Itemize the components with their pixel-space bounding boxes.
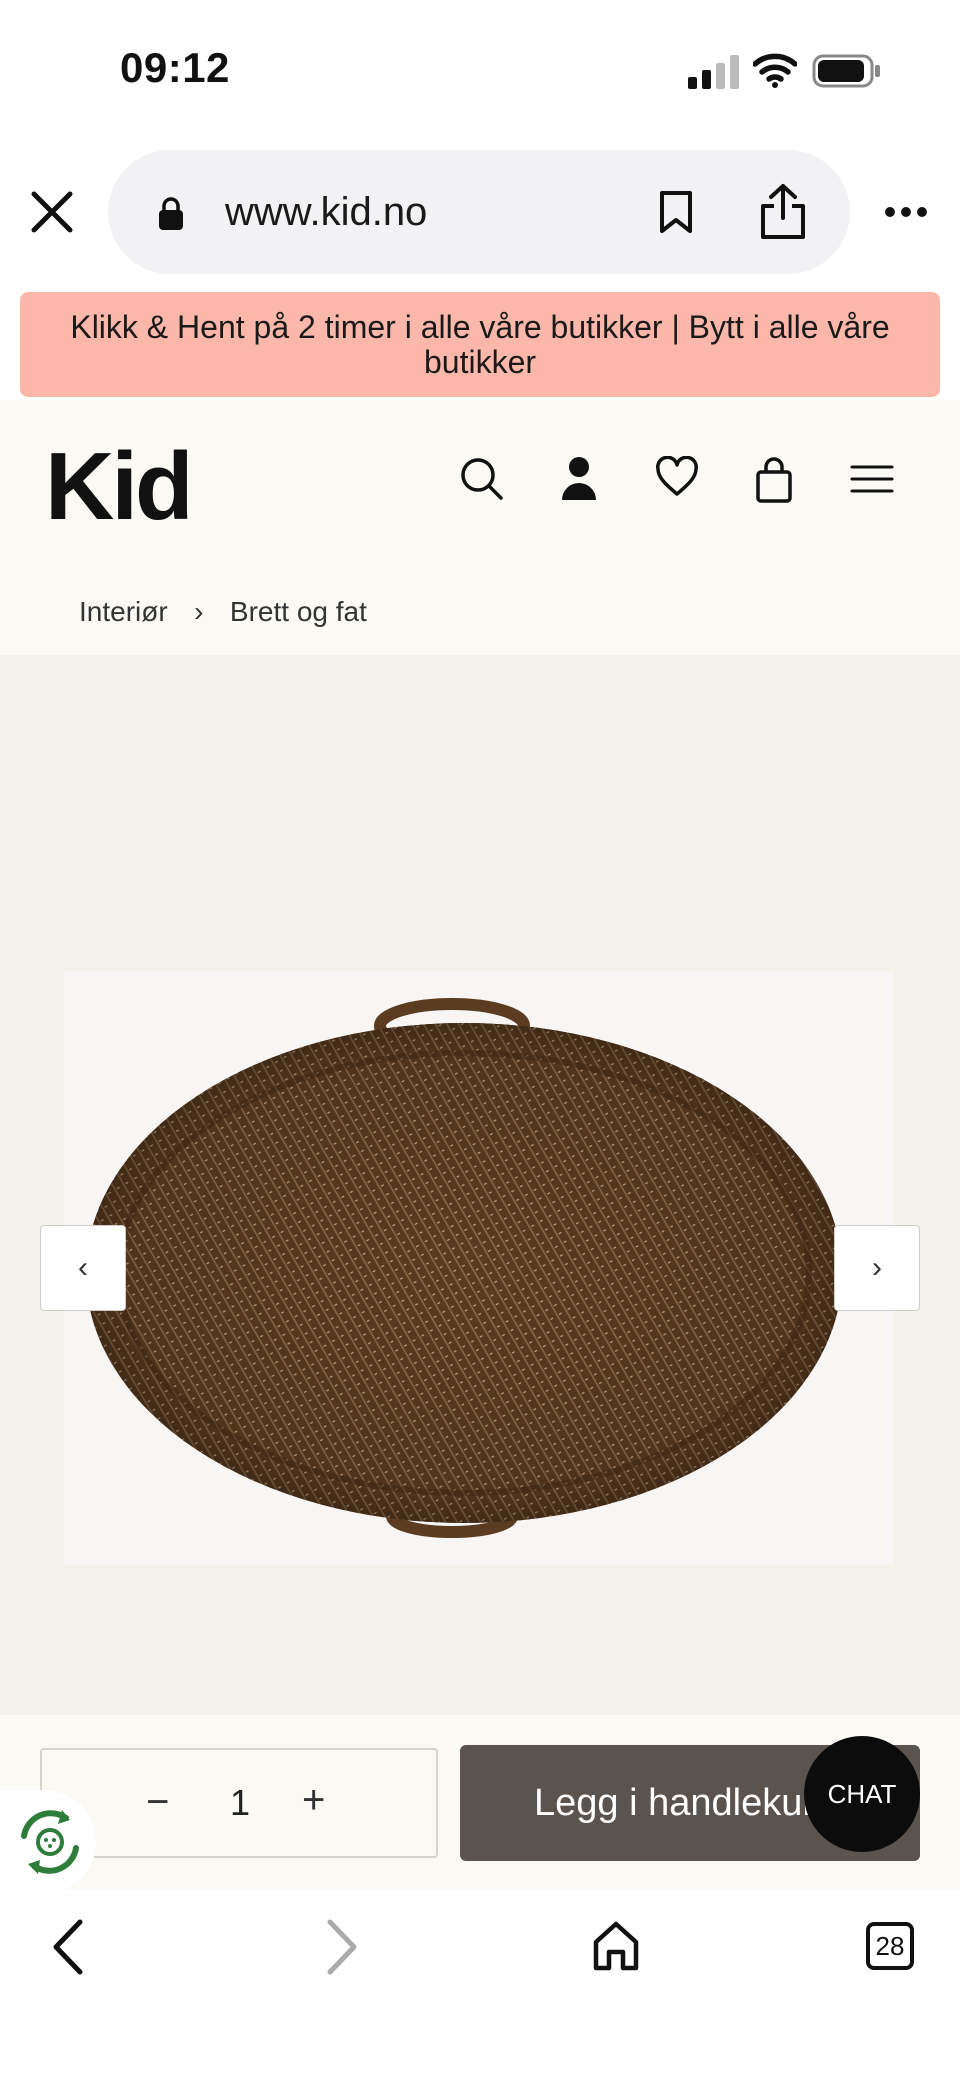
promo-text: Klikk & Hent på 2 timer i alle våre buti… — [70, 308, 890, 380]
wifi-icon — [753, 53, 797, 88]
decrease-quantity-button[interactable]: − — [146, 1780, 169, 1825]
back-icon[interactable] — [48, 1918, 88, 1976]
increase-quantity-button[interactable]: + — [302, 1778, 325, 1823]
status-time: 09:12 — [120, 44, 230, 91]
url-text[interactable]: www.kid.no — [225, 190, 427, 235]
carousel-next-button[interactable]: › — [834, 1225, 920, 1311]
close-icon[interactable] — [30, 190, 74, 234]
lock-icon — [159, 197, 183, 230]
chat-button[interactable]: CHAT — [804, 1736, 920, 1852]
breadcrumb-item-trays[interactable]: Brett og fat — [230, 596, 367, 627]
battery-icon — [812, 54, 880, 88]
site-logo[interactable]: Kid — [45, 432, 194, 542]
recycle-icon — [21, 1810, 79, 1874]
more-icon[interactable] — [884, 205, 928, 219]
promo-banner[interactable]: Klikk & Hent på 2 timer i alle våre buti… — [20, 292, 940, 397]
address-bar[interactable] — [108, 150, 850, 274]
breadcrumb-item-interior[interactable]: Interiør — [79, 596, 168, 627]
forward-icon[interactable] — [322, 1918, 362, 1976]
chevron-right-icon: › — [194, 596, 204, 627]
menu-icon[interactable] — [850, 464, 894, 494]
rattan-tray-image — [86, 998, 842, 1538]
signal-icon — [688, 55, 739, 89]
bookmark-icon[interactable] — [658, 190, 694, 234]
search-icon[interactable] — [459, 456, 505, 502]
carousel-prev-button[interactable]: ‹ — [40, 1225, 126, 1311]
share-icon[interactable] — [758, 182, 808, 240]
heart-icon[interactable] — [655, 456, 699, 498]
account-icon[interactable] — [560, 456, 598, 500]
home-icon[interactable] — [592, 1920, 640, 1972]
breadcrumb: Interiør › Brett og fat — [79, 596, 367, 628]
quantity-value[interactable]: 1 — [230, 1782, 250, 1824]
product-image[interactable] — [64, 971, 894, 1565]
cart-icon[interactable] — [754, 456, 794, 504]
browser-bottom-nav — [0, 1890, 960, 2081]
tabs-button[interactable]: 28 — [866, 1922, 914, 1970]
